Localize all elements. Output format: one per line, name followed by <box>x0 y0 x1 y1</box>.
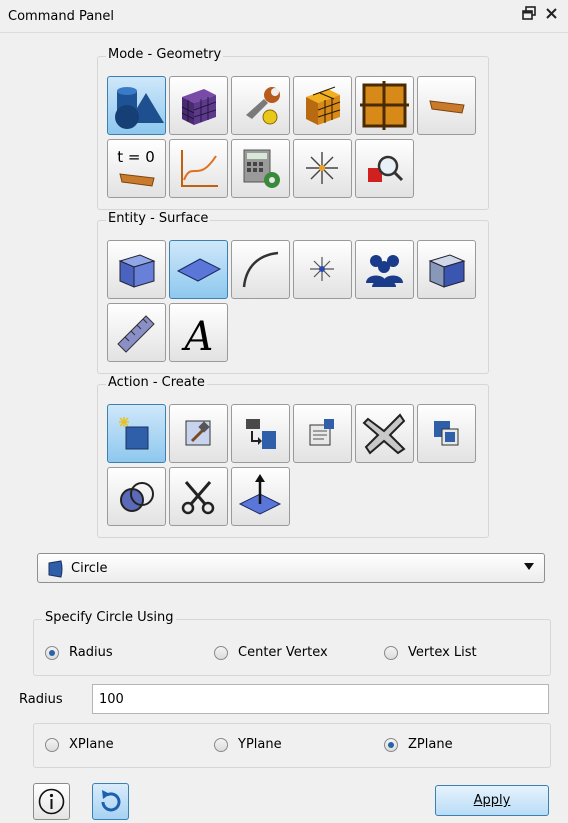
chevron-down-icon[interactable] <box>524 563 534 570</box>
spark-vertex-button[interactable] <box>293 139 352 198</box>
geometry-mode-button[interactable] <box>107 76 166 135</box>
apply-button[interactable]: Apply <box>435 785 549 816</box>
ruler-button[interactable] <box>107 303 166 362</box>
properties-icon <box>309 419 334 446</box>
info-icon <box>38 788 65 815</box>
mesh-mode-icon <box>181 89 217 125</box>
body-button[interactable] <box>417 240 476 299</box>
entity-group-label: Entity - Surface <box>106 211 211 226</box>
mode-group: Mode - Geometry t = 0 <box>97 47 489 210</box>
properties-button[interactable] <box>293 404 352 463</box>
grid-mesh-icon <box>360 81 409 130</box>
volume-button[interactable] <box>107 240 166 299</box>
boolean-icon <box>120 482 154 512</box>
radio-dot <box>384 646 398 660</box>
magnify-box-icon <box>368 155 404 182</box>
transform-move-icon <box>246 419 276 449</box>
material-button[interactable] <box>417 76 476 135</box>
copy-button[interactable] <box>417 404 476 463</box>
close-icon[interactable] <box>545 6 558 24</box>
surface-icon <box>176 258 222 282</box>
transform-button[interactable] <box>231 404 290 463</box>
specify-group: Specify Circle Using Radius Center Verte… <box>33 610 551 676</box>
calculator-settings-button[interactable] <box>231 139 290 198</box>
body-cube-icon <box>428 254 466 288</box>
tools-mode-button[interactable] <box>231 76 290 135</box>
radio-dot <box>384 738 398 752</box>
graph-curve-icon <box>181 150 218 187</box>
radio-dot <box>214 738 228 752</box>
radio-dot <box>45 738 59 752</box>
specify-group-label: Specify Circle Using <box>42 610 177 625</box>
ruler-icon <box>117 315 155 353</box>
create-new-icon <box>119 417 149 450</box>
panel-title: Command Panel <box>8 9 115 24</box>
normal-button[interactable] <box>231 467 290 526</box>
boolean-button[interactable] <box>107 467 166 526</box>
surface-button[interactable] <box>169 240 228 299</box>
text-button[interactable]: A <box>169 303 228 362</box>
shape-select-value: Circle <box>71 561 108 576</box>
radio-dot <box>214 646 228 660</box>
command-panel-titlebar: Command Panel <box>0 0 568 33</box>
scissors-button[interactable] <box>169 467 228 526</box>
shape-select[interactable]: Circle <box>37 553 545 583</box>
text-a-icon: A <box>181 314 214 360</box>
group-people-icon <box>366 255 403 287</box>
radius-input[interactable] <box>92 684 549 714</box>
vertex-button[interactable] <box>293 240 352 299</box>
modify-hammer-icon <box>185 420 211 446</box>
time-zero-icon: t = 0 <box>117 148 155 187</box>
info-button[interactable] <box>33 783 70 820</box>
curve-icon <box>242 251 279 288</box>
hex-mesh-button[interactable] <box>293 76 352 135</box>
geometry-mode-icon <box>115 87 164 129</box>
curve-button[interactable] <box>231 240 290 299</box>
calculator-settings-icon <box>243 149 280 188</box>
modify-button[interactable] <box>169 404 228 463</box>
volume-cube-icon <box>118 254 156 288</box>
copy-icon <box>434 421 459 446</box>
svg-text:A: A <box>181 314 214 360</box>
radio-dot <box>45 646 59 660</box>
entity-group: Entity - Surface A <box>97 211 489 374</box>
hex-mesh-icon <box>306 86 341 125</box>
reset-button[interactable] <box>92 783 129 820</box>
time-zero-button[interactable]: t = 0 <box>107 139 166 198</box>
material-icon <box>429 100 465 114</box>
normal-arrow-icon <box>238 474 282 515</box>
magnify-box-button[interactable] <box>355 139 414 198</box>
mode-group-label: Mode - Geometry <box>106 47 224 62</box>
grid-mesh-button[interactable] <box>355 76 414 135</box>
float-icon[interactable] <box>522 6 536 24</box>
plane-group: XPlane YPlane ZPlane <box>33 723 551 768</box>
action-group-label: Action - Create <box>106 375 207 390</box>
action-group: Action - Create <box>97 375 489 538</box>
spark-vertex-icon <box>306 152 338 184</box>
group-button[interactable] <box>355 240 414 299</box>
delete-x-icon <box>362 413 406 455</box>
create-button[interactable] <box>107 404 166 463</box>
graph-curve-button[interactable] <box>169 139 228 198</box>
circle-surface-icon <box>47 560 65 582</box>
scissors-icon <box>181 481 215 515</box>
mesh-mode-button[interactable] <box>169 76 228 135</box>
delete-button[interactable] <box>355 404 414 463</box>
vertex-icon <box>310 257 334 281</box>
tools-mode-icon <box>246 87 280 125</box>
reset-icon <box>101 790 121 812</box>
radius-label: Radius <box>19 692 63 707</box>
svg-text:t = 0: t = 0 <box>117 148 155 166</box>
